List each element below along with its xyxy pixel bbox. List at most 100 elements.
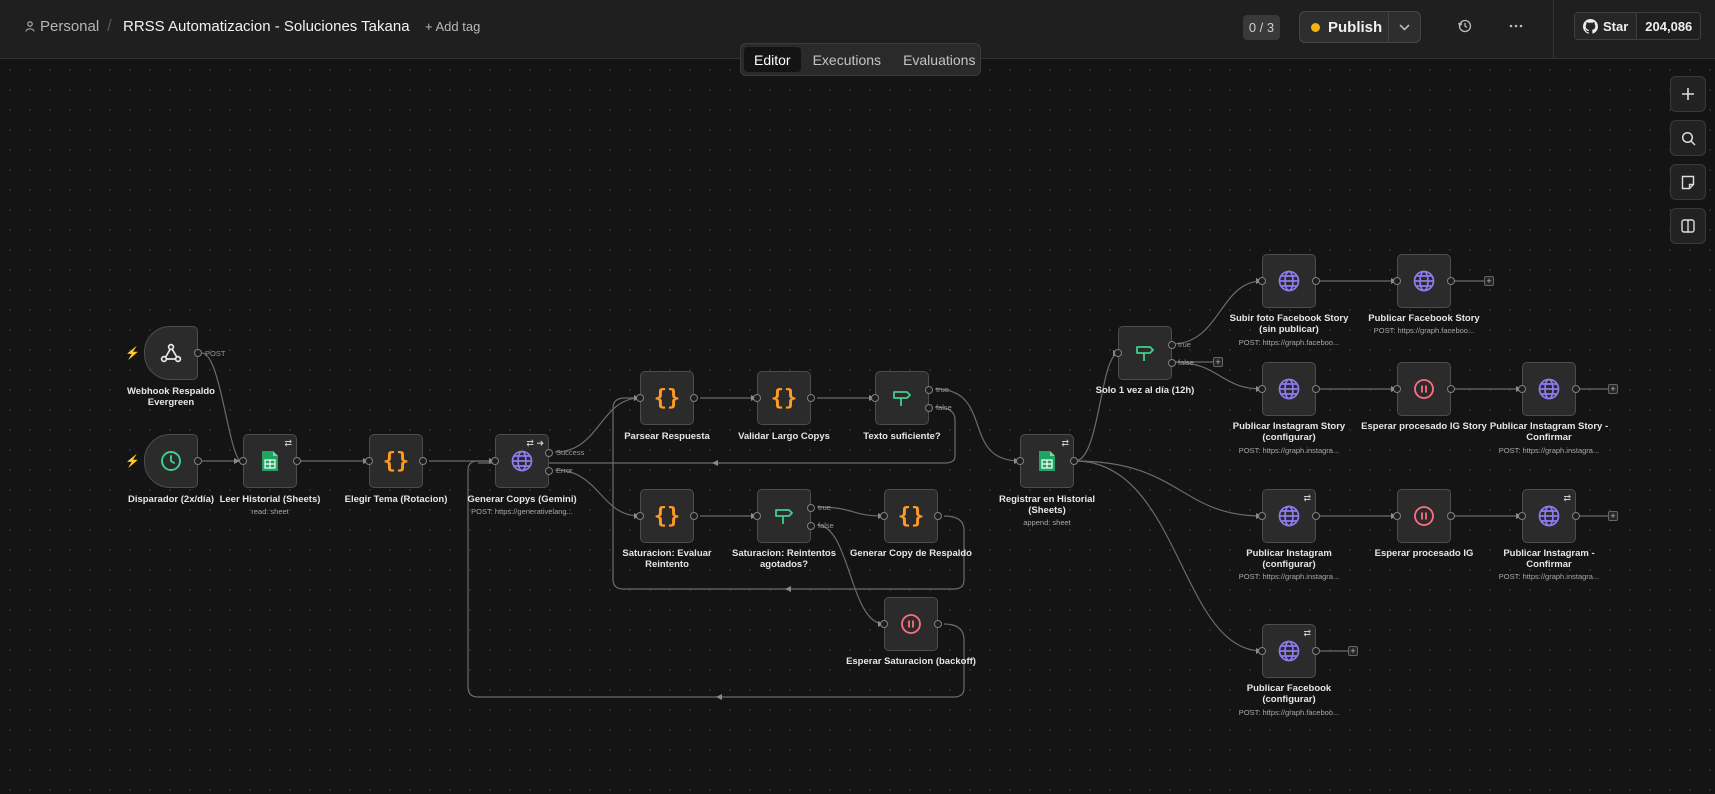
output-label-false: false bbox=[1178, 358, 1194, 367]
output-port[interactable] bbox=[934, 620, 942, 628]
node-saturacion-reintentos[interactable] bbox=[753, 489, 815, 543]
node-esperar-ig-story[interactable] bbox=[1393, 362, 1455, 416]
node-saturacion-evaluar[interactable]: {} bbox=[636, 489, 698, 543]
node-elegir-tema[interactable]: {} bbox=[365, 434, 427, 488]
input-port[interactable] bbox=[239, 457, 247, 465]
input-port[interactable] bbox=[1393, 277, 1401, 285]
output-port-success[interactable] bbox=[545, 449, 553, 457]
node-parsear-respuesta[interactable]: {} bbox=[636, 371, 698, 425]
node-label: Publicar Instagram Story - Confirmar bbox=[1489, 421, 1609, 443]
trigger-bolt-icon: ⚡ bbox=[125, 454, 140, 468]
input-port[interactable] bbox=[1258, 385, 1266, 393]
output-port[interactable] bbox=[1070, 457, 1078, 465]
output-label-false: false bbox=[936, 403, 952, 412]
node-generar-respaldo[interactable]: {} bbox=[880, 489, 942, 543]
add-node-plus[interactable]: + bbox=[1608, 384, 1618, 394]
output-port-false[interactable] bbox=[1168, 359, 1176, 367]
input-port[interactable] bbox=[1258, 277, 1266, 285]
input-port[interactable] bbox=[1016, 457, 1024, 465]
node-publicar-facebook-story[interactable] bbox=[1393, 254, 1455, 308]
globe-icon bbox=[511, 450, 533, 472]
arrowhead bbox=[716, 694, 722, 700]
input-port[interactable] bbox=[1518, 512, 1526, 520]
node-label: Elegir Tema (Rotacion) bbox=[344, 494, 448, 505]
output-port-true[interactable] bbox=[925, 386, 933, 394]
node-disparador[interactable] bbox=[144, 434, 202, 488]
input-port[interactable] bbox=[636, 512, 644, 520]
add-node-plus[interactable]: + bbox=[1484, 276, 1494, 286]
input-port[interactable] bbox=[1393, 512, 1401, 520]
clock-icon bbox=[161, 451, 181, 471]
input-port[interactable] bbox=[880, 620, 888, 628]
node-label: Generar Copy de Respaldo bbox=[850, 548, 972, 559]
input-port[interactable] bbox=[1258, 647, 1266, 655]
node-esperar-saturacion[interactable] bbox=[880, 597, 942, 651]
output-port-error[interactable] bbox=[545, 467, 553, 475]
input-port[interactable] bbox=[636, 394, 644, 402]
node-publicar-instagram-story[interactable] bbox=[1258, 362, 1320, 416]
add-node-plus[interactable]: + bbox=[1608, 511, 1618, 521]
output-port[interactable] bbox=[419, 457, 427, 465]
input-port[interactable] bbox=[1258, 512, 1266, 520]
output-port[interactable] bbox=[1312, 647, 1320, 655]
node-solo-1-vez[interactable] bbox=[1114, 326, 1176, 380]
node-label: Saturacion: Reintentos agotados? bbox=[732, 548, 836, 570]
output-port[interactable] bbox=[1447, 385, 1455, 393]
add-node-plus[interactable]: + bbox=[1348, 646, 1358, 656]
output-port[interactable] bbox=[690, 512, 698, 520]
arrowhead bbox=[785, 586, 791, 592]
input-port[interactable] bbox=[871, 394, 879, 402]
node-esperar-ig[interactable] bbox=[1393, 489, 1455, 543]
output-label-false: false bbox=[818, 521, 834, 530]
output-port-true[interactable] bbox=[807, 504, 815, 512]
output-port[interactable] bbox=[690, 394, 698, 402]
sync-icon: ⇄ bbox=[1061, 438, 1069, 448]
node-texto-suficiente[interactable] bbox=[871, 371, 933, 425]
node-leer-historial[interactable]: ⇄ bbox=[239, 434, 301, 488]
input-port[interactable] bbox=[753, 512, 761, 520]
output-port[interactable] bbox=[1447, 512, 1455, 520]
output-port[interactable] bbox=[194, 457, 202, 465]
add-node-plus[interactable]: + bbox=[1213, 357, 1223, 367]
output-port[interactable] bbox=[293, 457, 301, 465]
output-port[interactable] bbox=[1572, 385, 1580, 393]
output-label-true: true bbox=[818, 503, 831, 512]
node-publicar-instagram-confirmar[interactable]: ⇄ bbox=[1518, 489, 1580, 543]
output-port[interactable] bbox=[1447, 277, 1455, 285]
output-port[interactable] bbox=[934, 512, 942, 520]
output-port-false[interactable] bbox=[925, 404, 933, 412]
output-port[interactable] bbox=[1572, 512, 1580, 520]
output-port[interactable] bbox=[1312, 512, 1320, 520]
node-subir-foto-facebook[interactable] bbox=[1258, 254, 1320, 308]
input-port[interactable] bbox=[880, 512, 888, 520]
input-port[interactable] bbox=[1114, 349, 1122, 357]
code-icon: {} bbox=[653, 503, 681, 529]
input-port[interactable] bbox=[1518, 385, 1526, 393]
output-port[interactable] bbox=[194, 349, 202, 357]
node-label: Subir foto Facebook Story (sin publicar) bbox=[1229, 313, 1349, 335]
node-publicar-facebook[interactable]: ⇄ bbox=[1258, 624, 1320, 678]
node-label: Esperar procesado IG bbox=[1374, 548, 1474, 559]
node-subtitle: POST: https://graph.faceboo... bbox=[1238, 338, 1340, 347]
input-port[interactable] bbox=[753, 394, 761, 402]
node-validar-largo[interactable]: {} bbox=[753, 371, 815, 425]
input-port[interactable] bbox=[1393, 385, 1401, 393]
node-generar-copys[interactable]: ⇄ ➜ bbox=[491, 434, 553, 488]
output-port-false[interactable] bbox=[807, 522, 815, 530]
output-label-true: true bbox=[1178, 340, 1191, 349]
input-port[interactable] bbox=[491, 457, 499, 465]
node-label: Esperar procesado IG Story bbox=[1361, 421, 1487, 432]
arrowhead bbox=[712, 460, 718, 466]
output-port[interactable] bbox=[1312, 385, 1320, 393]
node-registrar-historial[interactable]: ⇄ bbox=[1016, 434, 1078, 488]
node-publicar-instagram[interactable]: ⇄ bbox=[1258, 489, 1320, 543]
output-port-true[interactable] bbox=[1168, 341, 1176, 349]
node-webhook-respaldo[interactable] bbox=[144, 326, 202, 380]
node-publicar-ig-story-confirmar[interactable] bbox=[1518, 362, 1580, 416]
output-port[interactable] bbox=[1312, 277, 1320, 285]
workflow-connections bbox=[201, 278, 1608, 700]
output-port[interactable] bbox=[807, 394, 815, 402]
node-label: Leer Historial (Sheets) bbox=[219, 494, 321, 505]
globe-icon bbox=[1278, 640, 1300, 662]
input-port[interactable] bbox=[365, 457, 373, 465]
